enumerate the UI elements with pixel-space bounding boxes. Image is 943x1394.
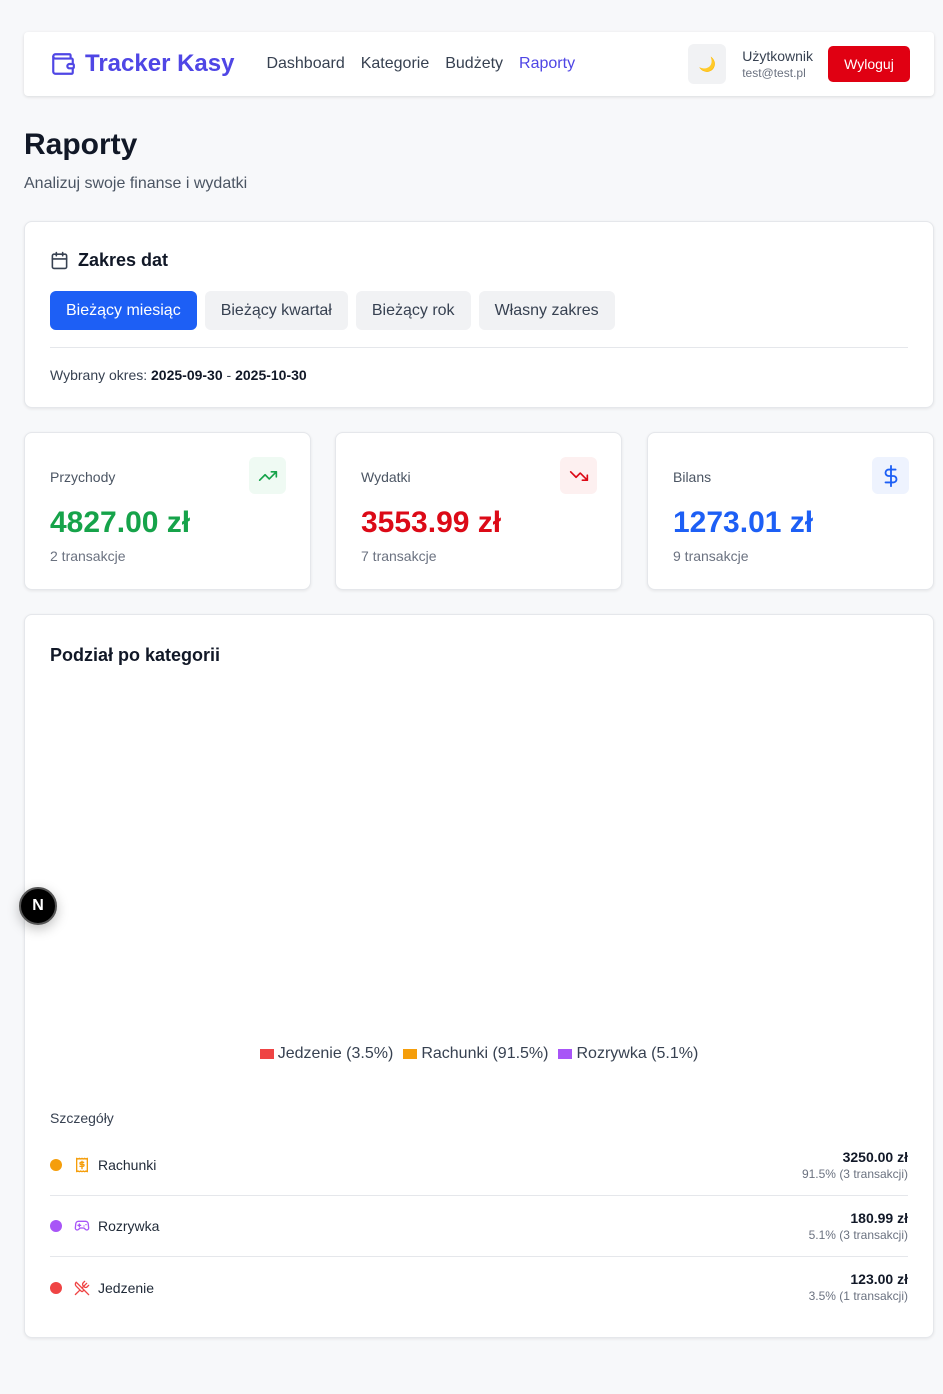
detail-name: Jedzenie <box>98 1279 155 1296</box>
brand-name: Tracker Kasy <box>85 50 235 77</box>
range-current-year-button[interactable]: Bieżący rok <box>355 291 471 330</box>
detail-row-rachunki: Rachunki 3250.00 zł 91.5% (3 transakcji) <box>50 1135 908 1196</box>
range-current-month-button[interactable]: Bieżący miesiąc <box>50 291 197 330</box>
balance-value: 1273.01 zł <box>673 506 814 539</box>
selected-period: Wybrany okres: 2025-09-30 - 2025-10-30 <box>50 367 307 383</box>
detail-name: Rachunki <box>98 1157 157 1173</box>
balance-card: Bilans 1273.01 zł 9 transakcje <box>647 432 934 590</box>
details-title: Szczegóły <box>50 1110 114 1126</box>
category-card: Podział po kategorii Jedzenie (3.5%) Rac… <box>24 614 934 1338</box>
legend-swatch <box>558 1049 573 1059</box>
income-value: 4827.00 zł <box>50 506 191 539</box>
detail-values: 180.99 zł 5.1% (3 transakcji) <box>809 1210 908 1243</box>
logout-button[interactable]: Wyloguj <box>828 46 910 82</box>
detail-meta: 5.1% (3 transakcji) <box>808 1227 908 1242</box>
page-title: Raporty <box>24 128 138 161</box>
dollar-icon <box>872 457 909 494</box>
calendar-icon <box>51 251 68 270</box>
legend-label: Rachunki (91.5%) <box>421 1045 549 1062</box>
date-range-title: Zakres dat <box>78 250 169 270</box>
brand[interactable]: Tracker Kasy <box>50 50 234 78</box>
theme-toggle-button[interactable]: 🌙 <box>688 44 727 84</box>
period-label: Wybrany okres: <box>50 367 148 383</box>
detail-meta: 91.5% (3 transakcji) <box>801 1166 908 1181</box>
detail-meta: 3.5% (1 transakcji) <box>808 1289 908 1303</box>
range-current-quarter-button[interactable]: Bieżący kwartał <box>204 291 348 330</box>
range-buttons: Bieżący miesiąc Bieżący kwartał Bieżący … <box>50 291 623 330</box>
detail-amount: 123.00 zł <box>850 1271 908 1287</box>
period-start: 2025-09-30 <box>151 367 223 383</box>
color-dot <box>50 1220 62 1232</box>
user-name: Użytkownik <box>742 48 813 64</box>
period-separator: - <box>226 367 232 383</box>
chart-legend: Jedzenie (3.5%) Rachunki (91.5%) Rozrywk… <box>25 1045 933 1063</box>
legend-item-rachunki[interactable]: Rachunki (91.5%) <box>403 1045 548 1063</box>
legend-swatch <box>259 1049 274 1059</box>
detail-row-rozrywka: Rozrywka 180.99 zł 5.1% (3 transakcji) <box>50 1196 908 1257</box>
page-subtitle: Analizuj swoje finanse i wydatki <box>24 175 248 192</box>
detail-values: 3250.00 zł 91.5% (3 transakcji) <box>802 1149 908 1182</box>
category-title: Podział po kategorii <box>50 645 221 665</box>
date-range-heading: Zakres dat <box>50 250 168 271</box>
divider <box>50 347 908 348</box>
legend-label: Jedzenie (3.5%) <box>277 1045 394 1062</box>
trending-down-icon <box>560 457 597 494</box>
gamepad-icon <box>74 1220 90 1231</box>
balance-count: 9 transakcje <box>673 548 749 564</box>
income-card: Przychody 4827.00 zł 2 transakcje <box>24 432 311 590</box>
detail-name: Rozrywka <box>98 1218 160 1234</box>
period-end: 2025-10-30 <box>235 367 307 383</box>
expenses-value: 3553.99 zł <box>361 506 502 539</box>
expenses-count: 7 transakcje <box>361 548 437 564</box>
nav-link-raporty[interactable]: Raporty <box>519 55 575 73</box>
legend-label: Rozrywka (5.1%) <box>576 1045 699 1062</box>
detail-amount: 180.99 zł <box>850 1209 908 1226</box>
moon-icon: 🌙 <box>698 55 716 72</box>
legend-swatch <box>403 1049 418 1059</box>
expenses-label: Wydatki <box>361 469 411 485</box>
color-dot <box>50 1159 62 1171</box>
bill-icon <box>76 1157 88 1173</box>
expenses-card: Wydatki 3553.99 zł 7 transakcje <box>335 432 622 590</box>
income-count: 2 transakcje <box>50 548 126 564</box>
nav-link-budzety[interactable]: Budżety <box>445 55 503 73</box>
wallet-icon <box>52 53 75 75</box>
range-custom-button[interactable]: Własny zakres <box>478 291 615 330</box>
detail-amount: 3250.00 zł <box>842 1148 908 1165</box>
user-email: test@test.pl <box>742 66 806 80</box>
dev-tools-button[interactable]: N <box>19 887 57 925</box>
detail-values: 123.00 zł 3.5% (1 transakcji) <box>809 1271 908 1304</box>
color-dot <box>50 1281 62 1294</box>
date-range-card: Zakres dat Bieżący miesiąc Bieżący kwart… <box>24 221 934 408</box>
user-info: Użytkownik test@test.pl <box>742 47 813 81</box>
nav-right: 🌙 Użytkownik test@test.pl Wyloguj <box>688 44 910 84</box>
legend-item-jedzenie[interactable]: Jedzenie (3.5%) <box>259 1045 394 1063</box>
navbar: Tracker Kasy Dashboard Kategorie Budżety… <box>24 32 934 96</box>
nav-link-dashboard[interactable]: Dashboard <box>266 55 344 73</box>
utensils-icon <box>74 1280 90 1295</box>
nav-links: Dashboard Kategorie Budżety Raporty <box>266 55 591 73</box>
detail-row-jedzenie: Jedzenie 123.00 zł 3.5% (1 transakcji) <box>50 1257 908 1318</box>
income-label: Przychody <box>50 469 116 485</box>
balance-label: Bilans <box>673 469 712 485</box>
trending-up-icon <box>249 457 286 494</box>
legend-item-rozrywka[interactable]: Rozrywka (5.1%) <box>558 1045 698 1063</box>
nav-link-kategorie[interactable]: Kategorie <box>361 55 430 73</box>
